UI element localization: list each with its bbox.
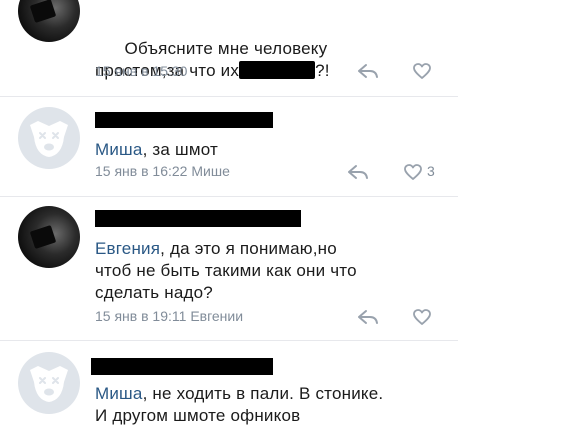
mentioned-user-link[interactable]: Миша bbox=[95, 140, 143, 159]
avatar[interactable] bbox=[18, 206, 80, 268]
divider bbox=[0, 196, 458, 197]
default-dog-avatar-icon bbox=[30, 366, 68, 402]
like-count: 3 bbox=[427, 163, 435, 179]
blank-area bbox=[458, 0, 580, 435]
mentioned-user-link[interactable]: Миша bbox=[95, 384, 143, 403]
reply-icon[interactable] bbox=[357, 62, 379, 80]
comment-line: , не ходить в пали. В стонике. bbox=[142, 384, 384, 403]
avatar[interactable] bbox=[18, 352, 80, 414]
comment-date: 15 янв в 19:11 Евгении bbox=[95, 308, 244, 324]
like-icon[interactable] bbox=[403, 163, 423, 181]
avatar[interactable] bbox=[18, 0, 80, 42]
default-dog-avatar-icon bbox=[30, 121, 68, 157]
comment-line: , да это я понимаю,но bbox=[160, 239, 337, 258]
divider bbox=[0, 340, 458, 341]
avatar[interactable] bbox=[18, 107, 80, 169]
redacted-text bbox=[95, 210, 301, 227]
comment-line: , за шмот bbox=[142, 140, 218, 159]
comment-text: Евгения, да это я понимаю,но чтоб не быть… bbox=[95, 238, 357, 304]
redacted-text bbox=[239, 61, 316, 79]
reply-icon[interactable] bbox=[357, 308, 379, 326]
comment-text: Объясните мне человеку простом,за что их?… bbox=[95, 16, 330, 104]
comment-text: Миша, за шмот bbox=[95, 139, 218, 161]
comment-line: Объясните мне человеку bbox=[124, 39, 328, 58]
like-icon[interactable] bbox=[412, 62, 432, 80]
mentioned-user-link[interactable]: Евгения bbox=[95, 239, 160, 258]
divider bbox=[0, 96, 458, 97]
comment-line: чтоб не быть такими как они что bbox=[95, 261, 357, 280]
comment-line: И другом шмоте офников bbox=[95, 406, 301, 425]
redacted-text bbox=[95, 112, 273, 128]
reply-icon[interactable] bbox=[347, 163, 369, 181]
comment-line: ?! bbox=[315, 61, 330, 80]
comments-feed: Объясните мне человеку простом,за что их?… bbox=[0, 0, 458, 435]
comment-text: Миша, не ходить в пали. В стонике. И друг… bbox=[95, 383, 383, 427]
like-icon[interactable] bbox=[412, 308, 432, 326]
comment-date: 15 янв в 16:22 Мише bbox=[95, 163, 230, 179]
comment-date: 15 янв в 15:30 bbox=[95, 63, 188, 79]
redacted-text bbox=[91, 358, 273, 375]
comment-line: сделать надо? bbox=[95, 283, 213, 302]
